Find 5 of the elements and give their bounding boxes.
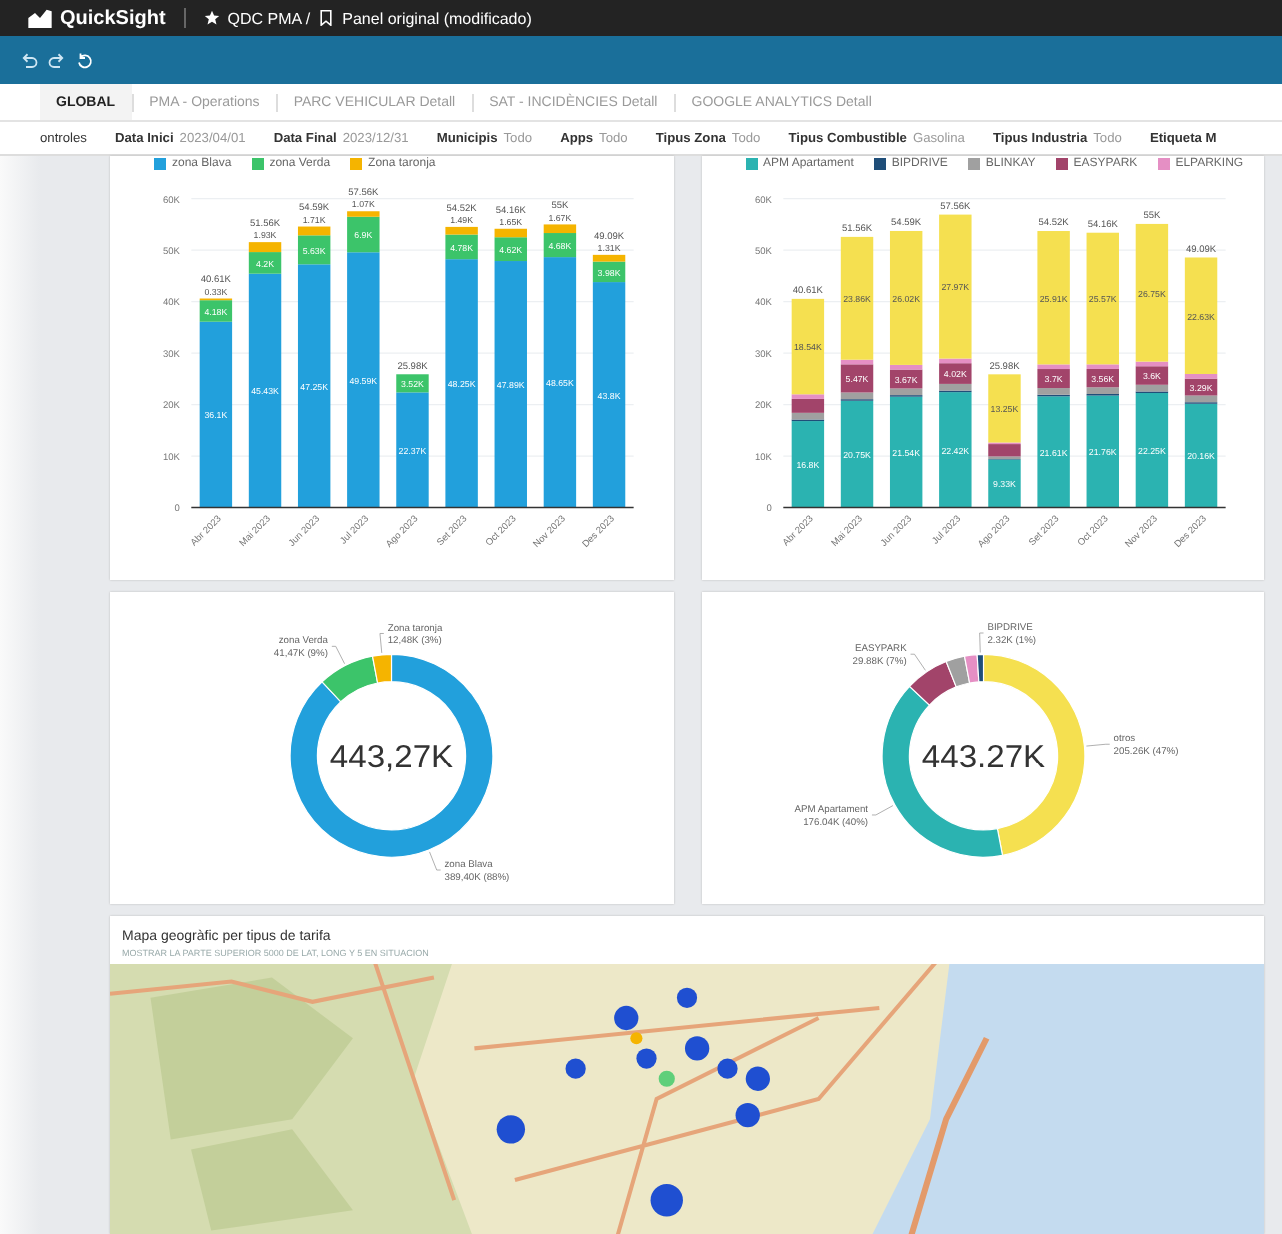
donut-total: 443,27K: [329, 737, 454, 776]
dashboard-title: Panel original (modificado): [342, 9, 532, 27]
app-name: QuickSight: [60, 7, 166, 29]
donut-total: 443.27K: [920, 737, 1045, 776]
breadcrumb-link[interactable]: QDC PMA /: [227, 9, 311, 27]
